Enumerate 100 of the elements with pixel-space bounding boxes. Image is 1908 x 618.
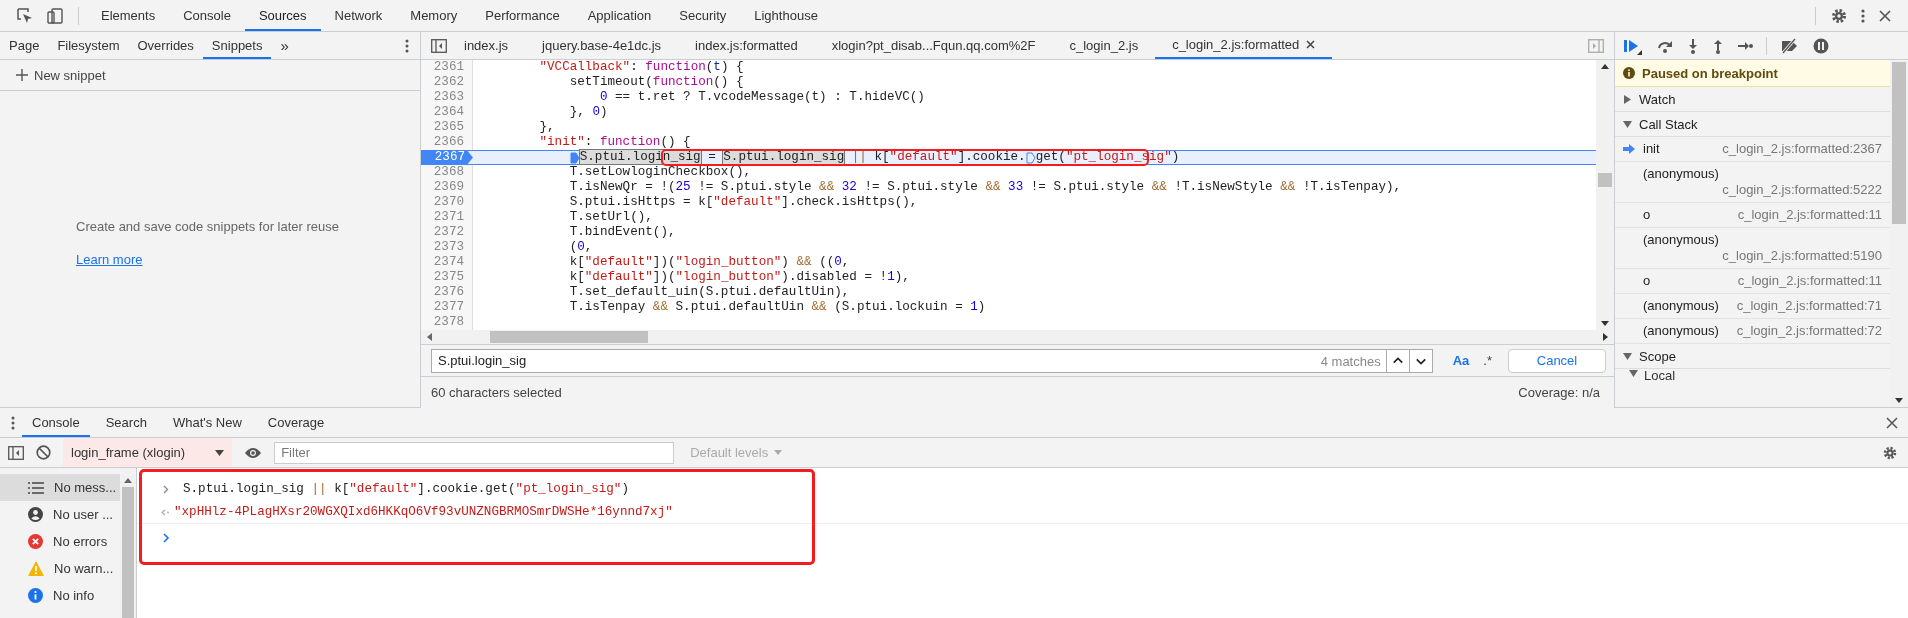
- file-tab[interactable]: c_login_2.js:formatted: [1155, 32, 1333, 59]
- panel-tab[interactable]: Elements: [87, 0, 170, 31]
- eye-icon[interactable]: [244, 446, 263, 459]
- close-icon[interactable]: [1306, 40, 1316, 49]
- regex-button[interactable]: .*: [1483, 353, 1492, 368]
- scroll-down-icon[interactable]: [1895, 398, 1903, 403]
- navigator-tab[interactable]: Snippets: [202, 32, 272, 59]
- sidebar-toggle-icon[interactable]: [8, 445, 24, 460]
- close-icon[interactable]: [1886, 416, 1898, 429]
- expand-arrow-icon[interactable]: [1623, 94, 1632, 104]
- scroll-thumb[interactable]: [1598, 173, 1612, 187]
- panel-tab[interactable]: Performance: [471, 0, 574, 31]
- scope-label[interactable]: Local: [1644, 369, 1676, 383]
- line-number[interactable]: 2367: [421, 150, 473, 165]
- sidebar-item[interactable]: No info: [0, 582, 120, 609]
- user-icon: [28, 507, 43, 522]
- more-tabs-button[interactable]: »: [271, 32, 298, 59]
- panel-tab[interactable]: Sources: [244, 0, 321, 31]
- learn-more-link[interactable]: Learn more: [76, 252, 143, 267]
- step-out-icon[interactable]: [1712, 37, 1724, 54]
- more-icon[interactable]: [10, 414, 16, 431]
- function-name: (anonymous): [1643, 298, 1719, 314]
- code-text: (0,: [568, 240, 593, 255]
- sidebar-item[interactable]: No warn...: [0, 555, 120, 582]
- error-icon: [28, 534, 43, 549]
- scroll-up-icon[interactable]: [124, 478, 132, 483]
- scroll-down-icon[interactable]: [1601, 321, 1609, 326]
- panel-tab[interactable]: Network: [320, 0, 397, 31]
- step-icon[interactable]: [1737, 39, 1753, 52]
- sidebar-item[interactable]: No user ...: [0, 501, 120, 528]
- plus-icon[interactable]: [16, 69, 28, 81]
- settings-icon[interactable]: [1830, 6, 1848, 25]
- cancel-button[interactable]: Cancel: [1508, 348, 1606, 373]
- warning-icon: [28, 561, 44, 576]
- call-frame[interactable]: o c_login_2.js:formatted:11: [1615, 269, 1890, 294]
- call-frame[interactable]: (anonymous) c_login_2.js:formatted:71: [1615, 294, 1890, 319]
- section-header[interactable]: Scope: [1615, 344, 1890, 369]
- info-icon: [1623, 67, 1635, 79]
- call-frame[interactable]: (anonymous) c_login_2.js:formatted:72: [1615, 319, 1890, 344]
- scroll-left-icon[interactable]: [427, 333, 432, 341]
- drawer-tab[interactable]: Coverage: [257, 408, 335, 437]
- code-text: S.ptui.isHttps = k["default"].check.isHttps(),: [568, 195, 918, 210]
- expand-arrow-icon[interactable]: [1623, 119, 1632, 129]
- sidebar-item[interactable]: No errors: [0, 528, 120, 555]
- filter-field[interactable]: Filter: [274, 441, 675, 464]
- expand-arrow-icon[interactable]: [1623, 351, 1632, 361]
- function-name: o: [1643, 207, 1651, 223]
- step-into-icon[interactable]: [1687, 37, 1699, 54]
- settings-icon[interactable]: [1882, 444, 1898, 461]
- panel-tab[interactable]: Memory: [396, 0, 472, 31]
- navigator-tab[interactable]: Overrides: [128, 32, 203, 59]
- file-tab[interactable]: index.js:formatted: [678, 32, 815, 59]
- scroll-right-icon[interactable]: [1603, 333, 1608, 341]
- inspect-icon[interactable]: [16, 6, 34, 25]
- empty-message: Create and save code snippets for later reuse: [76, 219, 340, 234]
- clear-console-icon[interactable]: [36, 445, 51, 460]
- panel-tab[interactable]: Lighthouse: [740, 0, 832, 31]
- drawer-tab[interactable]: What's New: [162, 408, 252, 437]
- close-icon[interactable]: [1878, 8, 1892, 23]
- info-icon: [28, 588, 43, 603]
- navigator-tab[interactable]: Filesystem: [48, 32, 129, 59]
- scrollbar[interactable]: [1596, 60, 1614, 330]
- scrollbar[interactable]: [421, 330, 1614, 344]
- context-selector[interactable]: login_frame (xlogin): [63, 438, 233, 467]
- prompt-chevron-icon[interactable]: [163, 533, 170, 543]
- scroll-thumb[interactable]: [490, 331, 648, 343]
- sidebar-toggle-icon[interactable]: [1588, 38, 1604, 53]
- function-name: init: [1643, 141, 1660, 157]
- panel-tab[interactable]: Application: [573, 0, 666, 31]
- match-case-button[interactable]: Aa: [1452, 353, 1470, 368]
- frame-location: c_login_2.js:formatted:5222: [1722, 182, 1882, 198]
- frame-location: c_login_2.js:formatted:72: [1736, 323, 1882, 339]
- file-tab[interactable]: jquery.base-4e1dc.js: [525, 32, 679, 59]
- more-icon[interactable]: [404, 37, 410, 54]
- scroll-thumb[interactable]: [122, 487, 134, 618]
- section-header[interactable]: Call Stack: [1615, 112, 1890, 137]
- code-text: "init": function() {: [538, 135, 691, 150]
- drawer-tab[interactable]: Search: [95, 408, 157, 437]
- call-frame[interactable]: o c_login_2.js:formatted:11: [1615, 203, 1890, 228]
- new-snippet-link[interactable]: New snippet: [34, 67, 106, 83]
- file-tab[interactable]: c_login_2.js: [1052, 32, 1156, 59]
- device-icon[interactable]: [46, 6, 64, 25]
- scroll-thumb[interactable]: [1892, 62, 1906, 224]
- call-frame[interactable]: init c_login_2.js:formatted:2367: [1615, 137, 1890, 162]
- pause-icon[interactable]: [1813, 37, 1829, 54]
- breakpoint-marker-icon[interactable]: [1025, 151, 1036, 164]
- expand-arrow-icon[interactable]: [1629, 369, 1638, 378]
- sidebar-item[interactable]: No mess...: [0, 474, 120, 501]
- panel-tab[interactable]: Security: [665, 0, 741, 31]
- section-header[interactable]: Watch: [1615, 87, 1890, 112]
- code-text: T.setLowloginCheckbox(),: [568, 165, 752, 180]
- file-tab[interactable]: index.js: [447, 32, 526, 59]
- panel-tab[interactable]: Console: [169, 0, 245, 31]
- sidebar-toggle-icon[interactable]: [431, 38, 447, 53]
- dropdown-caret-icon[interactable]: [215, 449, 225, 456]
- deactivate-breakpoints-icon[interactable]: [1780, 37, 1800, 54]
- file-tab[interactable]: xlogin?pt_disab...Fqun.qq.com%2F: [814, 32, 1053, 59]
- code-text: "VCCallback": function(t) {: [538, 60, 744, 75]
- navigator-tab[interactable]: Page: [0, 32, 49, 59]
- scroll-up-icon[interactable]: [1601, 64, 1609, 69]
